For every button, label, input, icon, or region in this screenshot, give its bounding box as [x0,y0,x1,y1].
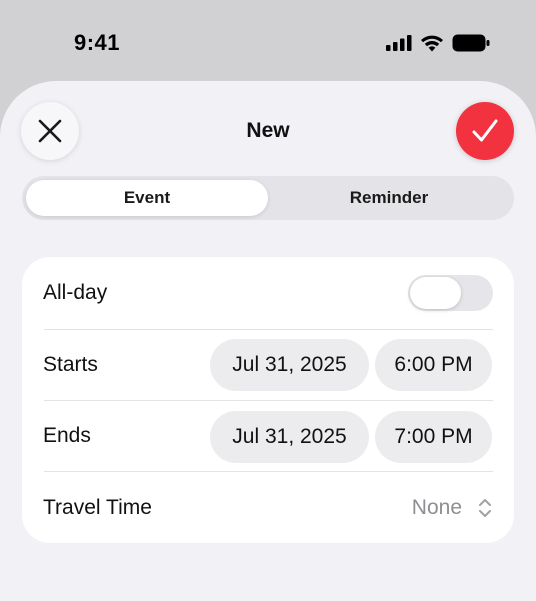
starts-row: Starts Jul 31, 2025 6:00 PM [22,330,514,400]
starts-time-button[interactable]: 6:00 PM [375,339,492,391]
chevron-up-down-icon [479,498,491,517]
event-type-segmented-control: Event Reminder [22,176,514,220]
all-day-row: All-day [22,257,514,329]
status-time: 9:41 [74,30,121,55]
ends-date-button[interactable]: Jul 31, 2025 [210,411,369,463]
checkmark-icon [472,119,498,142]
ends-time-button[interactable]: 7:00 PM [375,411,492,463]
status-bar: 9:41 [0,0,536,80]
travel-time-value[interactable]: None [412,496,462,520]
ends-label: Ends [43,424,91,447]
ends-row: Ends Jul 31, 2025 7:00 PM [22,401,514,471]
toggle-knob [410,277,461,309]
segment-reminder[interactable]: Reminder [268,180,510,216]
segment-event[interactable]: Event [26,180,268,216]
travel-time-row[interactable]: Travel Time None [22,472,514,543]
starts-date-button[interactable]: Jul 31, 2025 [210,339,369,391]
starts-label: Starts [43,353,98,376]
travel-time-label: Travel Time [43,495,152,519]
all-day-toggle[interactable] [408,275,493,311]
status-icons [386,34,490,52]
all-day-label: All-day [43,281,108,304]
battery-icon [452,34,490,52]
event-details-card: All-day Starts Jul 31, 2025 6:00 PM Ends… [22,257,514,543]
new-event-sheet: New Event Reminder All-day Starts Jul 31… [0,81,536,601]
confirm-button[interactable] [456,102,514,160]
cellular-signal-icon [386,35,412,51]
wifi-icon [421,35,443,52]
